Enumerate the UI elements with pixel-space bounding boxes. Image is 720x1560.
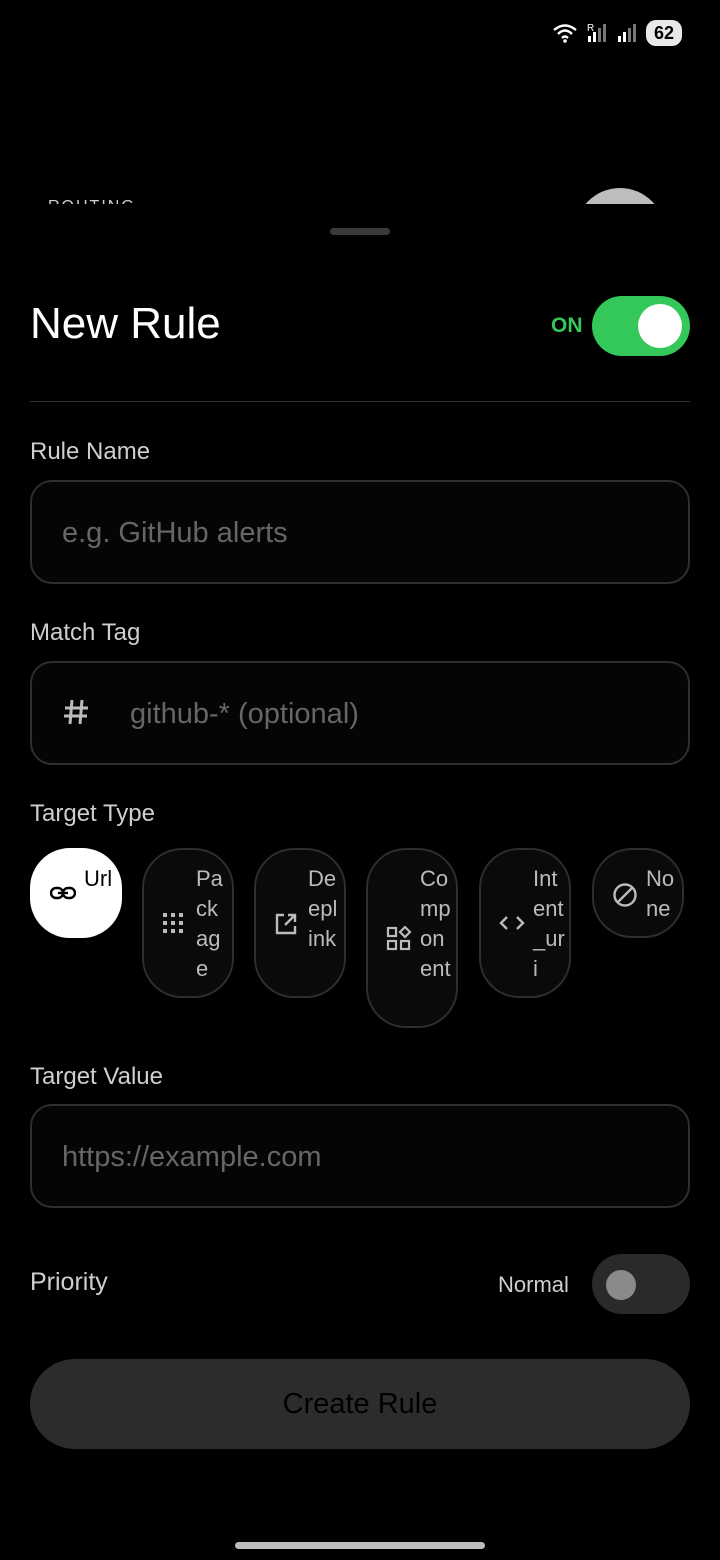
widgets-icon xyxy=(386,926,412,951)
chip-label-deeplink: Deeplink xyxy=(308,866,338,951)
priority-value-label: Normal xyxy=(498,1272,569,1297)
new-rule-sheet: New Rule ON Rule Name Match Tag Target T… xyxy=(0,204,720,1560)
status-icons: R 62 xyxy=(552,20,682,46)
grid-icon xyxy=(163,913,183,933)
target-type-chip-none[interactable]: None xyxy=(592,848,684,938)
target-type-chip-package[interactable]: Package xyxy=(142,848,234,998)
toggle-knob xyxy=(638,304,682,348)
target-value-input[interactable] xyxy=(60,1106,664,1208)
target-value-label: Target Value xyxy=(30,1063,163,1090)
target-type-chip-url[interactable]: Url xyxy=(30,848,122,938)
signal-r-icon: R xyxy=(587,23,606,42)
status-bar: R 62 xyxy=(0,0,720,70)
priority-label: Priority xyxy=(30,1268,108,1296)
signal-icon xyxy=(617,24,636,42)
target-type-chip-component[interactable]: Component xyxy=(366,848,458,1028)
match-tag-label: Match Tag xyxy=(30,619,141,646)
enabled-label: ON xyxy=(551,314,583,337)
match-tag-field[interactable] xyxy=(30,661,690,765)
drag-handle[interactable] xyxy=(330,228,390,235)
priority-toggle[interactable] xyxy=(592,1254,690,1314)
match-tag-input[interactable] xyxy=(128,663,672,765)
enabled-toggle[interactable] xyxy=(592,296,690,356)
battery-indicator: 62 xyxy=(645,20,682,46)
hash-icon xyxy=(64,699,88,725)
wifi-icon xyxy=(553,24,577,43)
chip-label-url: Url xyxy=(84,866,113,891)
target-type-label: Target Type xyxy=(30,800,155,827)
chip-label-component: Component xyxy=(420,866,451,981)
rule-name-field[interactable] xyxy=(30,480,690,584)
rule-name-label: Rule Name xyxy=(30,438,151,465)
home-indicator[interactable] xyxy=(235,1542,485,1549)
target-value-field[interactable] xyxy=(30,1104,690,1208)
background-app-title: ROUTING xyxy=(48,196,136,204)
chip-label-package: Package xyxy=(196,866,223,981)
code-icon xyxy=(499,916,525,930)
chip-label-none: None xyxy=(646,866,675,921)
target-type-chip-intent-uri[interactable]: Intent_uri xyxy=(479,848,571,998)
rule-name-input[interactable] xyxy=(60,482,664,584)
link-icon xyxy=(50,886,76,900)
target-type-chip-deeplink[interactable]: Deeplink xyxy=(254,848,346,998)
sheet-title: New Rule xyxy=(30,299,221,348)
toggle-knob xyxy=(606,1270,636,1300)
block-icon xyxy=(613,883,637,907)
open-external-icon xyxy=(275,913,297,935)
chip-label-intent-uri: Intent_uri xyxy=(533,866,565,981)
create-rule-button[interactable]: Create Rule xyxy=(30,1359,690,1449)
divider xyxy=(30,401,690,402)
